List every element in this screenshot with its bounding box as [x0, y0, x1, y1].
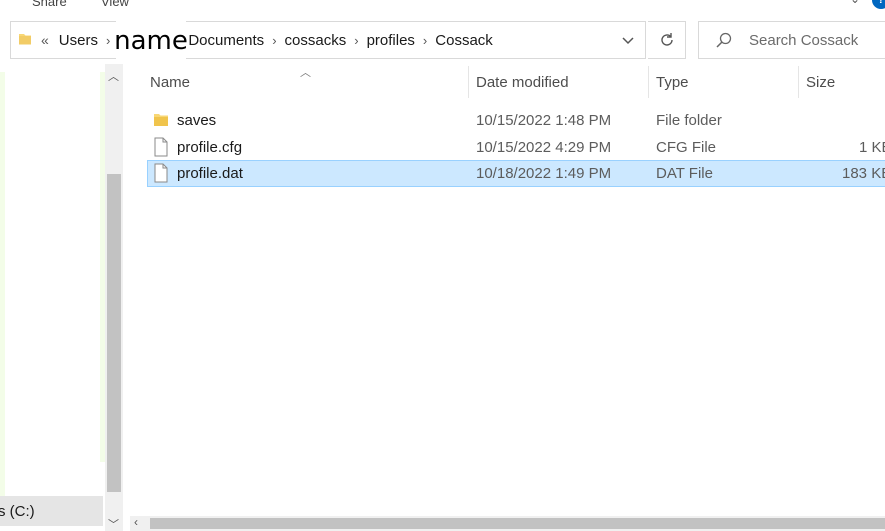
file-name: saves — [177, 112, 217, 129]
nav-highlight — [0, 72, 5, 517]
scrollbar-thumb[interactable] — [150, 518, 885, 529]
breadcrumb-separator[interactable]: › — [351, 33, 361, 48]
column-header-size[interactable]: Size — [806, 74, 835, 91]
column-divider[interactable] — [798, 66, 799, 98]
file-size: 1 KB — [859, 139, 885, 156]
horizontal-scrollbar[interactable]: ‹ — [130, 515, 885, 531]
column-divider[interactable] — [648, 66, 649, 98]
breadcrumb-documents[interactable]: Documents — [183, 32, 269, 49]
address-bar[interactable]: « Users › xxxxxxxx Documents › cossacks … — [10, 21, 646, 59]
file-row-profile-dat[interactable]: profile.dat 10/18/2022 1:49 PM DAT File … — [147, 160, 885, 187]
folder-icon — [154, 114, 168, 126]
file-date: 10/15/2022 4:29 PM — [476, 139, 612, 156]
file-icon — [154, 163, 168, 183]
ribbon-tab-share[interactable]: Share — [32, 0, 67, 9]
file-name: profile.dat — [177, 165, 243, 182]
file-date: 10/18/2022 1:49 PM — [476, 165, 612, 182]
file-size: 183 KB — [842, 165, 885, 182]
help-icon[interactable]: ? — [872, 0, 885, 9]
breadcrumb-profiles[interactable]: profiles — [362, 32, 420, 49]
overlay-label: name — [114, 21, 188, 61]
nav-vertical-scrollbar[interactable]: ︿ ﹀ — [105, 64, 123, 531]
sort-ascending-icon: ︿ — [300, 67, 311, 79]
file-list: ︿ Name Date modified Type Size saves 10/… — [130, 64, 885, 516]
refresh-button[interactable] — [648, 21, 686, 59]
breadcrumb-overflow[interactable]: « — [39, 32, 54, 48]
navigation-pane: s (C:) — [0, 64, 105, 531]
file-type: DAT File — [656, 165, 713, 182]
file-icon — [154, 137, 168, 157]
column-header-type[interactable]: Type — [656, 74, 689, 91]
file-name: profile.cfg — [177, 139, 243, 156]
file-row-profile-cfg[interactable]: profile.cfg 10/15/2022 4:29 PM CFG File … — [147, 134, 885, 161]
file-date: 10/15/2022 1:48 PM — [476, 112, 612, 129]
column-header-date[interactable]: Date modified — [476, 74, 569, 91]
scrollbar-thumb[interactable] — [107, 174, 121, 492]
breadcrumb-separator[interactable]: › — [103, 33, 113, 48]
ribbon-expand-icon[interactable]: ⌄ — [850, 0, 860, 6]
column-divider[interactable] — [468, 66, 469, 98]
file-type: File folder — [656, 112, 722, 129]
breadcrumb-cossack[interactable]: Cossack — [430, 32, 498, 49]
nav-item-label: s (C:) — [0, 502, 35, 520]
scroll-left-icon[interactable]: ‹ — [134, 515, 138, 529]
scroll-down-icon[interactable]: ﹀ — [108, 516, 119, 531]
breadcrumb: « Users › xxxxxxxx Documents › cossacks … — [39, 22, 498, 58]
file-type: CFG File — [656, 139, 716, 156]
ribbon-tab-view[interactable]: View — [101, 0, 129, 9]
breadcrumb-separator[interactable]: › — [420, 33, 430, 48]
column-headers: ︿ Name Date modified Type Size — [130, 64, 885, 100]
column-header-name[interactable]: Name — [150, 74, 190, 91]
file-row-saves[interactable]: saves 10/15/2022 1:48 PM File folder — [147, 107, 885, 134]
breadcrumb-cossacks[interactable]: cossacks — [280, 32, 352, 49]
scroll-up-icon[interactable]: ︿ — [108, 68, 119, 84]
search-box[interactable]: Search Cossack — [698, 21, 885, 59]
nav-item-local-drive[interactable]: s (C:) — [0, 496, 103, 526]
breadcrumb-users[interactable]: Users — [54, 32, 103, 49]
breadcrumb-separator[interactable]: › — [269, 33, 279, 48]
ribbon: Share View ⌄ ? — [0, 0, 885, 12]
refresh-icon — [660, 33, 673, 46]
search-icon — [716, 32, 732, 48]
chevron-down-icon[interactable] — [619, 31, 637, 49]
folder-icon — [19, 34, 31, 45]
search-input[interactable]: Search Cossack — [749, 32, 858, 49]
